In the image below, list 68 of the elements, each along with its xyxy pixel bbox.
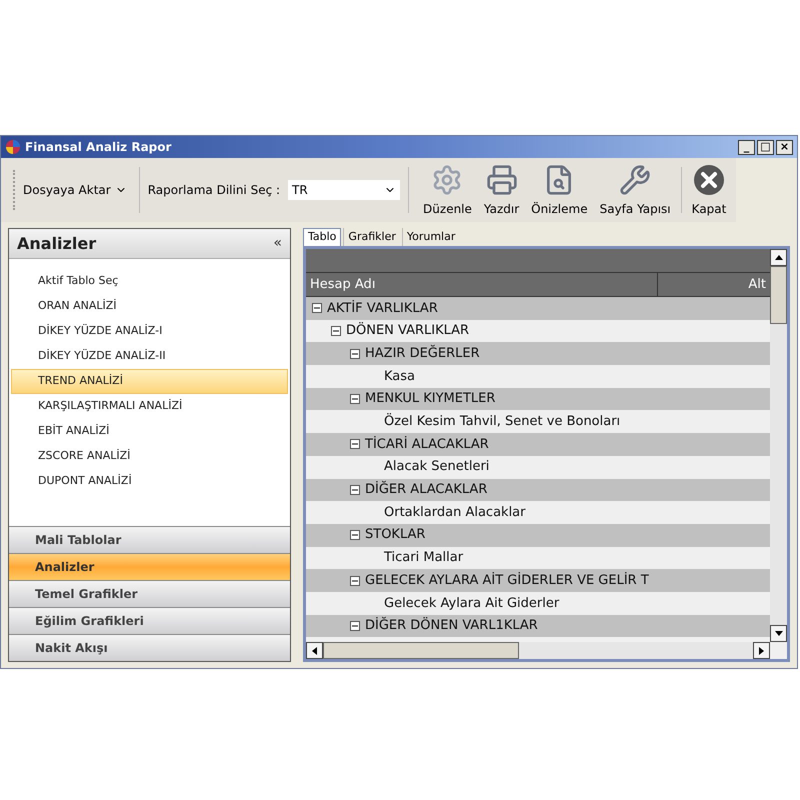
grip-handle[interactable] xyxy=(13,170,15,210)
wrench-icon xyxy=(619,164,652,196)
analysis-item[interactable]: ORAN ANALİZİ xyxy=(11,294,288,319)
tree-row-label: GELECEK AYLARA AİT GİDERLER VE GELİR T xyxy=(365,571,649,590)
vertical-scrollbar[interactable] xyxy=(770,249,787,642)
collapse-toggle-icon[interactable] xyxy=(331,326,341,336)
tab[interactable]: Tablo xyxy=(303,228,342,246)
analysis-item[interactable]: DİKEY YÜZDE ANALİZ-I xyxy=(11,319,288,344)
section-button[interactable]: Mali Tablolar xyxy=(9,526,290,553)
language-label: Raporlama Dilini Seç : xyxy=(148,182,280,199)
tree-row-label: Alacak Senetleri xyxy=(384,458,490,476)
minimize-button[interactable]: _ xyxy=(738,140,755,154)
tree-row-label: Kasa xyxy=(384,368,416,386)
tree-row-label: TİCARİ ALACAKLAR xyxy=(365,435,489,454)
analysis-item[interactable]: KARŞILAŞTIRMALI ANALİZİ xyxy=(11,394,288,419)
collapse-toggle-icon[interactable] xyxy=(350,394,360,404)
scroll-thumb[interactable] xyxy=(770,266,787,324)
collapse-toggle-icon[interactable] xyxy=(350,576,360,586)
analysis-item[interactable]: ZSCORE ANALİZİ xyxy=(11,444,288,469)
scroll-down-icon[interactable] xyxy=(774,631,782,636)
tree-row-label: DİĞER ALACAKLAR xyxy=(365,480,488,500)
collapse-toggle-icon[interactable] xyxy=(350,348,360,359)
maximize-button[interactable]: □ xyxy=(757,140,774,154)
collapse-toggle-icon[interactable] xyxy=(350,620,360,631)
panel-title: Analizler xyxy=(17,232,96,254)
analysis-item[interactable]: EBİT ANALİZİ xyxy=(11,419,288,444)
tree-row-label: DİĞER DÖNEN VARL1KLAR xyxy=(365,616,538,636)
tree-row-label: Ticari Mallar xyxy=(384,549,464,568)
tree-row-label: DÖNEN VARLIKLAR xyxy=(346,321,470,340)
column-header: Alt xyxy=(747,276,767,294)
export-menu[interactable]: Dosyaya Aktar xyxy=(23,181,135,199)
close-icon xyxy=(693,164,725,196)
tree-row-label: Özel Kesim Tahvil, Senet ve Bonoları xyxy=(384,412,620,432)
section-button[interactable]: Temel Grafikler xyxy=(9,580,290,607)
analysis-item[interactable]: DUPONT ANALİZİ xyxy=(11,469,288,494)
collapse-toggle-icon[interactable] xyxy=(350,530,360,540)
page-setup-button[interactable]: Sayfa Yapısı xyxy=(594,162,677,218)
app-icon xyxy=(5,139,21,155)
preview-button[interactable]: Önizleme xyxy=(525,162,594,218)
column-header: Hesap Adı xyxy=(306,273,658,296)
tree-row-label: AKTİF VARLIKLAR xyxy=(327,299,438,318)
section-button[interactable]: Nakit Akışı xyxy=(9,634,290,661)
close-button[interactable]: × xyxy=(776,140,793,154)
scroll-right-icon[interactable] xyxy=(759,646,764,654)
collapse-toggle-icon[interactable] xyxy=(312,303,322,314)
tree-row-label: MENKUL KIYMETLER xyxy=(365,390,496,408)
print-button[interactable]: Yazdır xyxy=(478,162,526,218)
scroll-up-icon[interactable] xyxy=(774,255,782,260)
tree-row-label: STOKLAR xyxy=(365,526,426,544)
window-title: Finansal Analiz Rapor xyxy=(25,139,172,156)
horizontal-scrollbar[interactable] xyxy=(306,642,770,659)
analysis-item[interactable]: DİKEY YÜZDE ANALİZ-II xyxy=(11,344,288,369)
section-button[interactable]: Eğilim Grafikleri xyxy=(9,607,290,634)
section-button[interactable]: Analizler xyxy=(9,553,290,580)
close-button[interactable]: Kapat xyxy=(686,162,732,218)
analysis-item[interactable]: TREND ANALİZİ xyxy=(11,369,288,394)
collapse-button[interactable]: « xyxy=(273,233,282,254)
tree-row-label: HAZIR DEĞERLER xyxy=(365,344,480,363)
printer-icon xyxy=(486,164,518,196)
analysis-item[interactable]: Aktif Tablo Seç xyxy=(11,269,288,294)
language-dropdown[interactable]: TR xyxy=(288,180,400,200)
tree-row-label: Gelecek Aylara Ait Giderler xyxy=(384,594,560,613)
scroll-thumb[interactable] xyxy=(323,642,519,659)
collapse-toggle-icon[interactable] xyxy=(350,439,360,450)
tree-row-label: Ortaklardan Alacaklar xyxy=(384,504,526,522)
settings-button[interactable]: Düzenle xyxy=(417,162,478,218)
scroll-left-icon[interactable] xyxy=(312,646,317,654)
collapse-toggle-icon[interactable] xyxy=(350,484,360,495)
